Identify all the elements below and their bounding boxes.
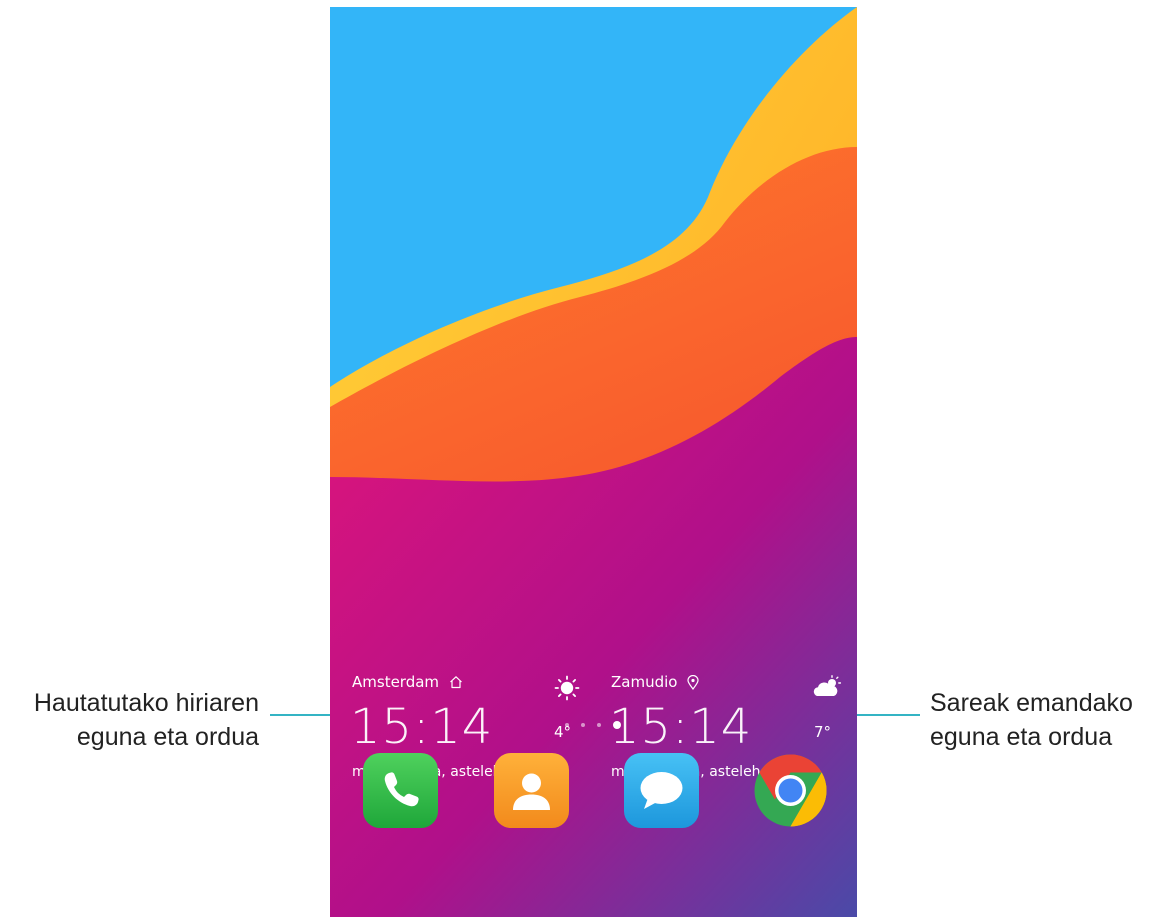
clock-right-city: Zamudio: [611, 673, 678, 691]
sunny-icon[interactable]: [554, 675, 580, 706]
contacts-icon: [494, 753, 569, 828]
page-dot-3[interactable]: [597, 723, 601, 727]
clock-left-time[interactable]: 15:14: [350, 699, 493, 755]
callout-right-line2: eguna eta ordua: [930, 723, 1113, 751]
clock-left-city: Amsterdam: [352, 673, 440, 691]
page-dot-1[interactable]: [565, 723, 569, 727]
partly-cloudy-icon[interactable]: [812, 675, 842, 704]
page-dot-4-active[interactable]: [613, 721, 621, 729]
messages-app-icon[interactable]: [624, 753, 699, 828]
chrome-app-icon[interactable]: [753, 753, 828, 828]
location-pin-icon: [687, 674, 700, 690]
callout-left-line1: Hautatutako hiriaren: [33, 689, 259, 717]
phone-icon: [363, 753, 438, 828]
clock-right-temperature: 7°: [814, 723, 832, 741]
callout-network-time: Sareak emandako eguna eta ordua: [930, 686, 1133, 754]
clock-right-city-row[interactable]: Zamudio: [611, 673, 700, 691]
contacts-app-icon[interactable]: [494, 753, 569, 828]
home-icon: [449, 675, 463, 689]
chrome-icon: [754, 754, 827, 827]
clock-right-time[interactable]: 15:14: [609, 699, 752, 755]
callout-right-line1: Sareak emandako: [930, 689, 1133, 717]
callout-selected-city: Hautatutako hiriaren eguna eta ordua: [34, 686, 259, 754]
phone-app-icon[interactable]: [363, 753, 438, 828]
phone-home-screen: Amsterdam 15:14 martxoa 19a, astelehena …: [330, 7, 857, 917]
callout-left-line2: eguna eta ordua: [76, 723, 259, 751]
clock-left-city-row[interactable]: Amsterdam: [352, 673, 463, 691]
page-dot-2[interactable]: [581, 723, 585, 727]
messages-icon: [624, 753, 699, 828]
page-indicator[interactable]: [565, 721, 621, 729]
